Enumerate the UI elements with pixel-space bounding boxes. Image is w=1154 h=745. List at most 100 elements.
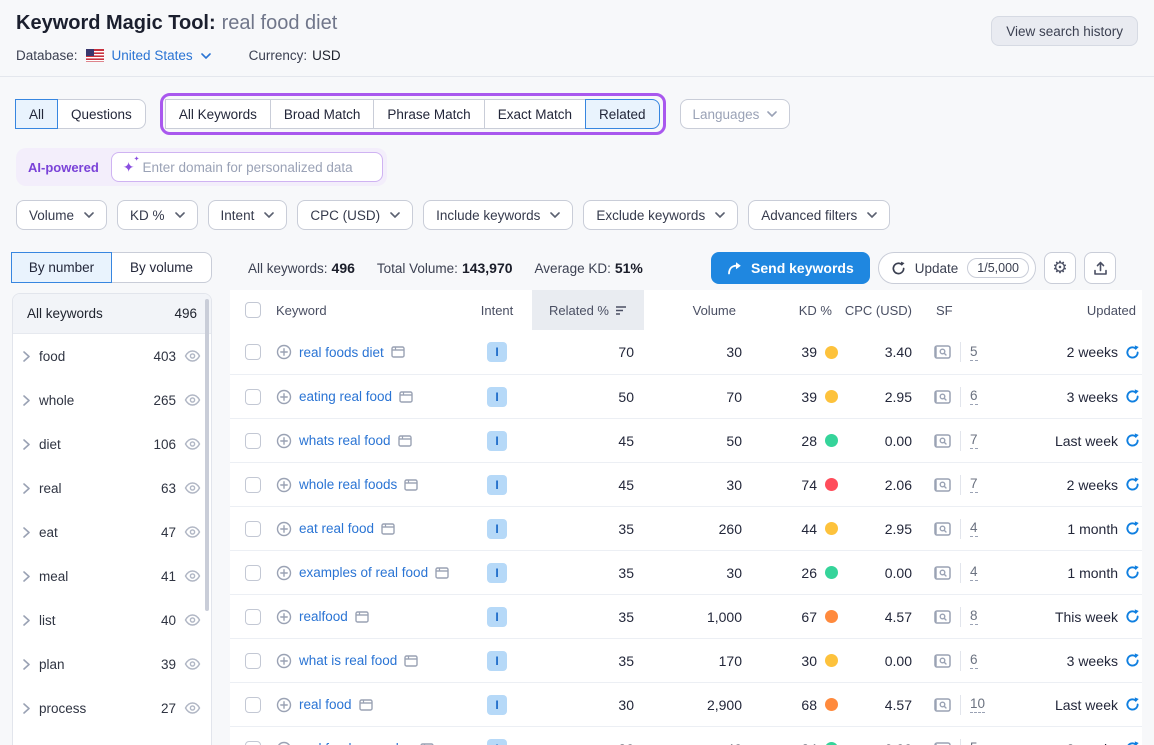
- sf-count[interactable]: 4: [970, 564, 978, 581]
- update-button[interactable]: Update 1/5,000: [878, 252, 1036, 284]
- serp-preview-icon[interactable]: [934, 390, 951, 404]
- refresh-metrics-icon[interactable]: [1125, 741, 1140, 745]
- chevron-right-icon[interactable]: [23, 439, 30, 450]
- refresh-metrics-icon[interactable]: [1125, 697, 1140, 712]
- serp-features-icon[interactable]: [359, 699, 373, 711]
- serp-features-icon[interactable]: [355, 611, 369, 623]
- intent-badge[interactable]: I: [487, 651, 507, 671]
- filter-dropdown[interactable]: Intent: [208, 200, 288, 230]
- filter-dropdown[interactable]: Volume: [16, 200, 107, 230]
- filter-dropdown[interactable]: CPC (USD): [297, 200, 413, 230]
- add-to-list-icon[interactable]: [276, 653, 292, 669]
- add-to-list-icon[interactable]: [276, 741, 292, 745]
- sort-toggle-option[interactable]: By volume: [111, 252, 212, 283]
- refresh-metrics-icon[interactable]: [1125, 477, 1140, 492]
- keyword-group-item[interactable]: diet 106: [13, 422, 211, 466]
- keyword-link[interactable]: real foods diet: [299, 345, 384, 360]
- chevron-right-icon[interactable]: [23, 527, 30, 538]
- intent-badge[interactable]: I: [487, 607, 507, 627]
- languages-dropdown[interactable]: Languages: [680, 99, 791, 129]
- row-checkbox[interactable]: [245, 565, 261, 581]
- eye-icon[interactable]: [184, 570, 201, 582]
- scope-tab[interactable]: Questions: [57, 99, 146, 129]
- refresh-metrics-icon[interactable]: [1125, 653, 1140, 668]
- refresh-metrics-icon[interactable]: [1125, 389, 1140, 404]
- intent-badge[interactable]: I: [487, 695, 507, 715]
- serp-preview-icon[interactable]: [934, 566, 951, 580]
- row-checkbox[interactable]: [245, 433, 261, 449]
- refresh-metrics-icon[interactable]: [1125, 433, 1140, 448]
- add-to-list-icon[interactable]: [276, 477, 292, 493]
- col-cpc[interactable]: CPC (USD): [844, 303, 924, 318]
- match-tab[interactable]: Related: [585, 99, 660, 129]
- row-checkbox[interactable]: [245, 477, 261, 493]
- send-keywords-button[interactable]: Send keywords: [711, 252, 870, 284]
- eye-icon[interactable]: [184, 438, 201, 450]
- intent-badge[interactable]: I: [487, 342, 507, 362]
- col-sf[interactable]: SF: [924, 303, 1010, 318]
- serp-preview-icon[interactable]: [934, 345, 951, 359]
- intent-badge[interactable]: I: [487, 387, 507, 407]
- intent-badge[interactable]: I: [487, 563, 507, 583]
- sidebar-item-all-keywords[interactable]: All keywords 496: [13, 294, 211, 334]
- domain-input-wrap[interactable]: ✦: [111, 152, 383, 182]
- row-checkbox[interactable]: [245, 697, 261, 713]
- view-search-history-button[interactable]: View search history: [991, 16, 1138, 46]
- eye-icon[interactable]: [184, 350, 201, 362]
- keyword-group-item[interactable]: plan 39: [13, 642, 211, 686]
- chevron-right-icon[interactable]: [23, 615, 30, 626]
- add-to-list-icon[interactable]: [276, 697, 292, 713]
- filter-dropdown[interactable]: Include keywords: [423, 200, 573, 230]
- sort-toggle-option[interactable]: By number: [11, 252, 112, 283]
- keyword-group-item[interactable]: food 403: [13, 334, 211, 378]
- sf-count[interactable]: 4: [970, 520, 978, 537]
- serp-features-icon[interactable]: [398, 435, 412, 447]
- intent-badge[interactable]: I: [487, 739, 507, 745]
- serp-features-icon[interactable]: [404, 479, 418, 491]
- refresh-metrics-icon[interactable]: [1125, 345, 1140, 360]
- refresh-metrics-icon[interactable]: [1125, 609, 1140, 624]
- intent-badge[interactable]: I: [487, 519, 507, 539]
- intent-badge[interactable]: I: [487, 431, 507, 451]
- add-to-list-icon[interactable]: [276, 609, 292, 625]
- row-checkbox[interactable]: [245, 741, 261, 745]
- col-kd[interactable]: KD %: [748, 303, 844, 318]
- keyword-link[interactable]: whats real food: [299, 433, 391, 448]
- keyword-group-item[interactable]: eat 47: [13, 510, 211, 554]
- sf-count[interactable]: 7: [970, 432, 978, 449]
- keyword-link[interactable]: examples of real food: [299, 565, 428, 580]
- keyword-link[interactable]: eating real food: [299, 389, 392, 404]
- chevron-down-icon[interactable]: [201, 53, 211, 59]
- serp-features-icon[interactable]: [381, 523, 395, 535]
- serp-features-icon[interactable]: [404, 655, 418, 667]
- match-tab[interactable]: All Keywords: [165, 99, 271, 129]
- sf-count[interactable]: 10: [970, 696, 985, 713]
- sf-count[interactable]: 8: [970, 608, 978, 625]
- keyword-group-item[interactable]: whole 265: [13, 378, 211, 422]
- keyword-group-item[interactable]: real 63: [13, 466, 211, 510]
- eye-icon[interactable]: [184, 394, 201, 406]
- serp-preview-icon[interactable]: [934, 434, 951, 448]
- refresh-metrics-icon[interactable]: [1125, 565, 1140, 580]
- keyword-group-item[interactable]: meal 41: [13, 554, 211, 598]
- chevron-right-icon[interactable]: [23, 571, 30, 582]
- settings-button[interactable]: ⚙: [1044, 252, 1076, 284]
- eye-icon[interactable]: [184, 526, 201, 538]
- add-to-list-icon[interactable]: [276, 521, 292, 537]
- col-intent[interactable]: Intent: [462, 303, 532, 318]
- serp-preview-icon[interactable]: [934, 478, 951, 492]
- chevron-right-icon[interactable]: [23, 483, 30, 494]
- serp-preview-icon[interactable]: [934, 522, 951, 536]
- serp-features-icon[interactable]: [391, 346, 405, 358]
- sf-count[interactable]: 5: [970, 740, 978, 745]
- eye-icon[interactable]: [184, 702, 201, 714]
- keyword-link[interactable]: what is real food: [299, 653, 397, 668]
- add-to-list-icon[interactable]: [276, 389, 292, 405]
- serp-preview-icon[interactable]: [934, 610, 951, 624]
- row-checkbox[interactable]: [245, 653, 261, 669]
- sf-count[interactable]: 7: [970, 476, 978, 493]
- add-to-list-icon[interactable]: [276, 565, 292, 581]
- filter-dropdown[interactable]: Exclude keywords: [583, 200, 738, 230]
- serp-preview-icon[interactable]: [934, 698, 951, 712]
- match-tab[interactable]: Broad Match: [270, 99, 375, 129]
